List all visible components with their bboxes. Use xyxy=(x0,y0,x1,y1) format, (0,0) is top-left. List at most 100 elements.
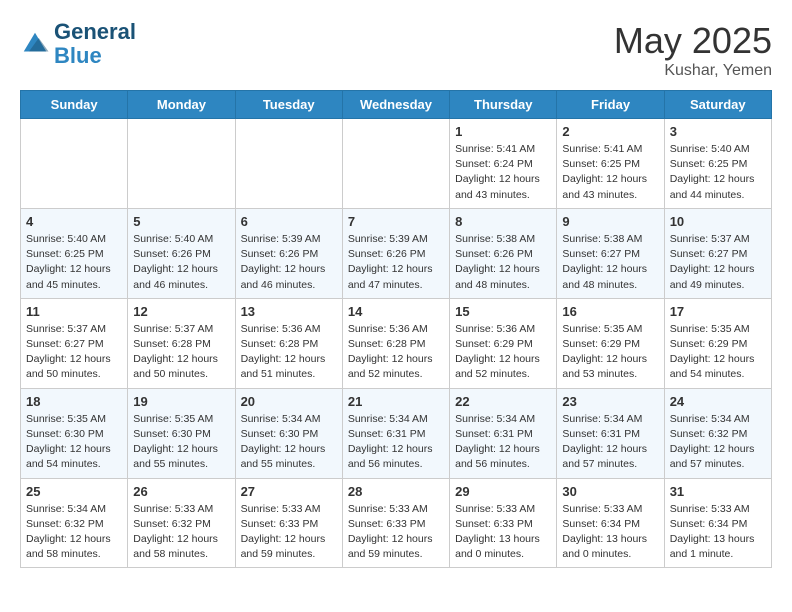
day-info: Sunrise: 5:35 AM Sunset: 6:30 PM Dayligh… xyxy=(133,412,229,473)
calendar-cell: 20 Sunrise: 5:34 AM Sunset: 6:30 PM Dayli… xyxy=(235,388,342,478)
calendar-cell: 9 Sunrise: 5:38 AM Sunset: 6:27 PM Daylig… xyxy=(557,208,664,298)
logo-line2: Blue xyxy=(54,44,136,68)
day-info: Sunrise: 5:33 AM Sunset: 6:34 PM Dayligh… xyxy=(562,502,658,563)
location: Kushar, Yemen xyxy=(614,62,772,80)
day-number: 5 xyxy=(133,214,229,229)
day-info: Sunrise: 5:33 AM Sunset: 6:32 PM Dayligh… xyxy=(133,502,229,563)
calendar-cell: 23Sunrise: 5:34 AM Sunset: 6:31 PM Dayli… xyxy=(557,388,664,478)
calendar-cell: 30Sunrise: 5:33 AM Sunset: 6:34 PM Dayli… xyxy=(557,478,664,568)
day-info: Sunrise: 5:36 AM Sunset: 6:28 PM Dayligh… xyxy=(348,322,444,383)
calendar-cell: 14 Sunrise: 5:36 AM Sunset: 6:28 PM Dayli… xyxy=(342,298,449,388)
day-number: 23 xyxy=(562,394,658,409)
calendar-cell: 31 Sunrise: 5:33 AM Sunset: 6:34 PM Dayli… xyxy=(664,478,771,568)
week-row-3: 11Sunrise: 5:37 AM Sunset: 6:27 PM Dayli… xyxy=(21,298,772,388)
day-number: 14 xyxy=(348,304,444,319)
day-number: 21 xyxy=(348,394,444,409)
day-number: 12 xyxy=(133,304,229,319)
day-info: Sunrise: 5:38 AM Sunset: 6:27 PM Dayligh… xyxy=(562,232,658,293)
day-number: 25 xyxy=(26,484,122,499)
calendar-cell: 16Sunrise: 5:35 AM Sunset: 6:29 PM Dayli… xyxy=(557,298,664,388)
calendar-cell: 3 Sunrise: 5:40 AM Sunset: 6:25 PM Daylig… xyxy=(664,119,771,209)
day-header-monday: Monday xyxy=(128,91,235,119)
calendar-cell: 19 Sunrise: 5:35 AM Sunset: 6:30 PM Dayli… xyxy=(128,388,235,478)
day-number: 29 xyxy=(455,484,551,499)
day-number: 27 xyxy=(241,484,337,499)
day-info: Sunrise: 5:39 AM Sunset: 6:26 PM Dayligh… xyxy=(348,232,444,293)
day-header-thursday: Thursday xyxy=(450,91,557,119)
logo-icon xyxy=(20,29,50,59)
day-number: 16 xyxy=(562,304,658,319)
day-number: 24 xyxy=(670,394,766,409)
day-number: 1 xyxy=(455,124,551,139)
logo-text: General Blue xyxy=(54,20,136,68)
day-number: 4 xyxy=(26,214,122,229)
header-row: SundayMondayTuesdayWednesdayThursdayFrid… xyxy=(21,91,772,119)
day-number: 26 xyxy=(133,484,229,499)
calendar-cell xyxy=(21,119,128,209)
day-info: Sunrise: 5:39 AM Sunset: 6:26 PM Dayligh… xyxy=(241,232,337,293)
day-info: Sunrise: 5:35 AM Sunset: 6:29 PM Dayligh… xyxy=(670,322,766,383)
week-row-5: 25Sunrise: 5:34 AM Sunset: 6:32 PM Dayli… xyxy=(21,478,772,568)
day-info: Sunrise: 5:41 AM Sunset: 6:25 PM Dayligh… xyxy=(562,142,658,203)
day-header-wednesday: Wednesday xyxy=(342,91,449,119)
title-block: May 2025 Kushar, Yemen xyxy=(614,20,772,80)
calendar-cell: 10 Sunrise: 5:37 AM Sunset: 6:27 PM Dayli… xyxy=(664,208,771,298)
calendar-cell: 1Sunrise: 5:41 AM Sunset: 6:24 PM Daylig… xyxy=(450,119,557,209)
day-number: 2 xyxy=(562,124,658,139)
day-number: 28 xyxy=(348,484,444,499)
day-info: Sunrise: 5:33 AM Sunset: 6:33 PM Dayligh… xyxy=(241,502,337,563)
day-info: Sunrise: 5:37 AM Sunset: 6:27 PM Dayligh… xyxy=(670,232,766,293)
day-number: 15 xyxy=(455,304,551,319)
day-number: 13 xyxy=(241,304,337,319)
day-info: Sunrise: 5:36 AM Sunset: 6:29 PM Dayligh… xyxy=(455,322,551,383)
calendar-cell xyxy=(235,119,342,209)
calendar-cell: 12 Sunrise: 5:37 AM Sunset: 6:28 PM Dayli… xyxy=(128,298,235,388)
calendar-cell: 29 Sunrise: 5:33 AM Sunset: 6:33 PM Dayli… xyxy=(450,478,557,568)
calendar-cell: 7 Sunrise: 5:39 AM Sunset: 6:26 PM Daylig… xyxy=(342,208,449,298)
day-info: Sunrise: 5:34 AM Sunset: 6:30 PM Dayligh… xyxy=(241,412,337,473)
day-info: Sunrise: 5:33 AM Sunset: 6:34 PM Dayligh… xyxy=(670,502,766,563)
calendar-cell: 5Sunrise: 5:40 AM Sunset: 6:26 PM Daylig… xyxy=(128,208,235,298)
calendar-cell: 17 Sunrise: 5:35 AM Sunset: 6:29 PM Dayli… xyxy=(664,298,771,388)
day-number: 20 xyxy=(241,394,337,409)
day-info: Sunrise: 5:34 AM Sunset: 6:31 PM Dayligh… xyxy=(348,412,444,473)
day-info: Sunrise: 5:37 AM Sunset: 6:27 PM Dayligh… xyxy=(26,322,122,383)
calendar-cell: 11Sunrise: 5:37 AM Sunset: 6:27 PM Dayli… xyxy=(21,298,128,388)
day-info: Sunrise: 5:33 AM Sunset: 6:33 PM Dayligh… xyxy=(455,502,551,563)
day-info: Sunrise: 5:37 AM Sunset: 6:28 PM Dayligh… xyxy=(133,322,229,383)
day-header-tuesday: Tuesday xyxy=(235,91,342,119)
day-info: Sunrise: 5:40 AM Sunset: 6:25 PM Dayligh… xyxy=(26,232,122,293)
day-number: 10 xyxy=(670,214,766,229)
day-number: 7 xyxy=(348,214,444,229)
day-header-sunday: Sunday xyxy=(21,91,128,119)
day-header-saturday: Saturday xyxy=(664,91,771,119)
calendar-cell xyxy=(128,119,235,209)
week-row-4: 18 Sunrise: 5:35 AM Sunset: 6:30 PM Dayli… xyxy=(21,388,772,478)
page-header: General Blue May 2025 Kushar, Yemen xyxy=(20,20,772,80)
day-info: Sunrise: 5:34 AM Sunset: 6:32 PM Dayligh… xyxy=(670,412,766,473)
logo: General Blue xyxy=(20,20,136,68)
day-number: 9 xyxy=(562,214,658,229)
day-number: 17 xyxy=(670,304,766,319)
day-header-friday: Friday xyxy=(557,91,664,119)
calendar-cell: 21 Sunrise: 5:34 AM Sunset: 6:31 PM Dayli… xyxy=(342,388,449,478)
calendar-cell: 25Sunrise: 5:34 AM Sunset: 6:32 PM Dayli… xyxy=(21,478,128,568)
day-number: 31 xyxy=(670,484,766,499)
calendar-cell: 6 Sunrise: 5:39 AM Sunset: 6:26 PM Daylig… xyxy=(235,208,342,298)
week-row-2: 4 Sunrise: 5:40 AM Sunset: 6:25 PM Daylig… xyxy=(21,208,772,298)
calendar-cell: 2 Sunrise: 5:41 AM Sunset: 6:25 PM Daylig… xyxy=(557,119,664,209)
week-row-1: 1Sunrise: 5:41 AM Sunset: 6:24 PM Daylig… xyxy=(21,119,772,209)
logo-line1: General xyxy=(54,20,136,44)
day-number: 18 xyxy=(26,394,122,409)
month-title: May 2025 xyxy=(614,20,772,62)
calendar-table: SundayMondayTuesdayWednesdayThursdayFrid… xyxy=(20,90,772,568)
day-number: 19 xyxy=(133,394,229,409)
calendar-cell: 28Sunrise: 5:33 AM Sunset: 6:33 PM Dayli… xyxy=(342,478,449,568)
day-info: Sunrise: 5:40 AM Sunset: 6:25 PM Dayligh… xyxy=(670,142,766,203)
day-number: 6 xyxy=(241,214,337,229)
calendar-cell: 15 Sunrise: 5:36 AM Sunset: 6:29 PM Dayli… xyxy=(450,298,557,388)
day-number: 3 xyxy=(670,124,766,139)
calendar-cell: 22Sunrise: 5:34 AM Sunset: 6:31 PM Dayli… xyxy=(450,388,557,478)
day-info: Sunrise: 5:34 AM Sunset: 6:31 PM Dayligh… xyxy=(455,412,551,473)
calendar-cell: 26 Sunrise: 5:33 AM Sunset: 6:32 PM Dayli… xyxy=(128,478,235,568)
